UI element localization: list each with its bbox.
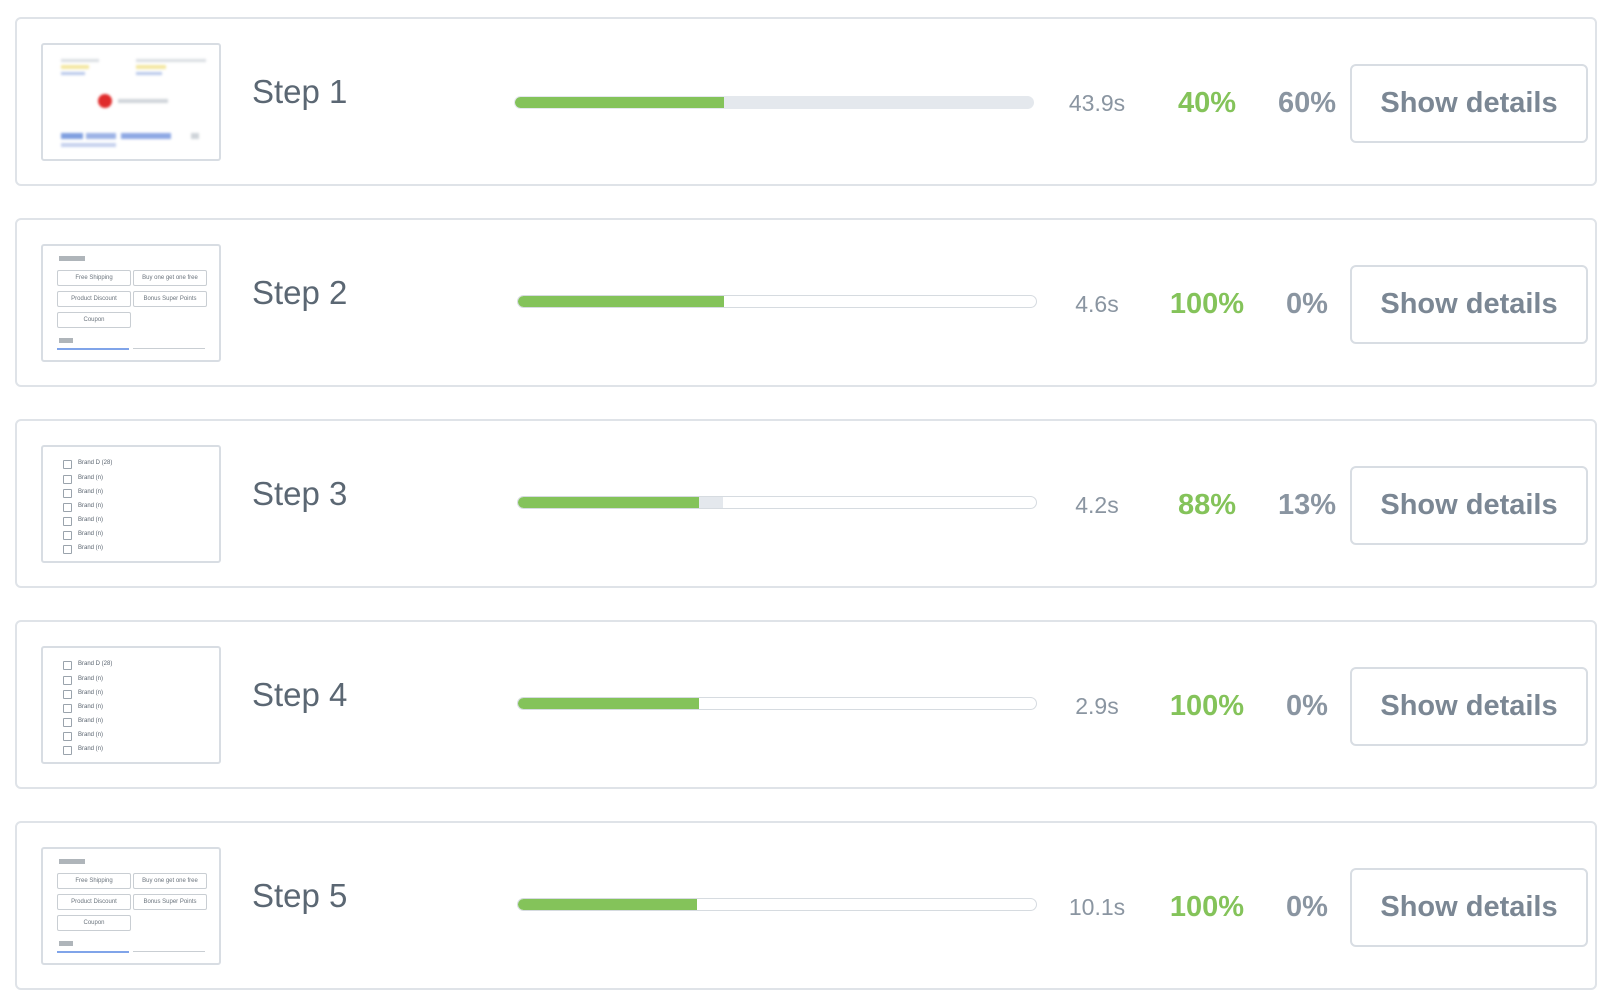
duration-label: 10.1s	[1068, 894, 1126, 920]
progress-fill	[518, 899, 697, 910]
progress-bar	[517, 496, 1037, 509]
thumb-checkbox-label: Brand D (28)	[78, 661, 113, 667]
success-percent: 100%	[1169, 288, 1245, 320]
show-details-button[interactable]: Show details	[1350, 868, 1588, 947]
thumb-checkbox-label: Brand (n)	[78, 746, 104, 752]
step-title: Step 3	[252, 475, 348, 512]
success-percent: 100%	[1169, 891, 1245, 923]
thumb-option: Product Discount	[57, 291, 131, 307]
progress-fill	[518, 497, 699, 508]
duration-label: 4.6s	[1075, 291, 1119, 317]
step-thumbnail: Free Shipping Buy one get one free Produ…	[41, 847, 221, 965]
checkbox-icon	[63, 517, 72, 526]
checkbox-icon	[63, 531, 72, 540]
duration-label: 4.2s	[1075, 492, 1119, 518]
progress-fill	[518, 698, 699, 709]
thumb-option: Product Discount	[57, 894, 131, 910]
progress-bar	[514, 96, 1034, 109]
duration-label: 2.9s	[1075, 693, 1119, 719]
thumb-option: Coupon	[57, 312, 131, 328]
failure-percent: 13%	[1277, 489, 1337, 521]
step-title: Step 1	[252, 73, 348, 110]
step-card: Free Shipping Buy one get one free Produ…	[15, 821, 1597, 990]
thumb-checkbox-label: Brand (n)	[78, 718, 104, 724]
checkbox-icon	[63, 690, 72, 699]
progress-remainder	[699, 497, 723, 508]
thumb-checkbox-label: Brand (n)	[78, 503, 104, 509]
step-thumbnail: Brand D (28) Brand (n) Brand (n) Brand (…	[41, 646, 221, 764]
checkbox-icon	[63, 489, 72, 498]
progress-bar	[517, 697, 1037, 710]
step-card: Brand D (28) Brand (n) Brand (n) Brand (…	[15, 419, 1597, 588]
thumb-option: Coupon	[57, 915, 131, 931]
thumb-checkbox-label: Brand (n)	[78, 676, 104, 682]
step-title: Step 5	[252, 877, 348, 914]
checkbox-icon	[63, 503, 72, 512]
failure-percent: 0%	[1286, 690, 1328, 722]
checkbox-icon	[63, 475, 72, 484]
success-percent: 88%	[1177, 489, 1237, 521]
progress-fill	[515, 97, 724, 108]
thumb-checkbox-label: Brand (n)	[78, 704, 104, 710]
show-details-button[interactable]: Show details	[1350, 466, 1588, 545]
show-details-button[interactable]: Show details	[1350, 64, 1588, 143]
thumb-option: Bonus Super Points	[133, 894, 207, 910]
show-details-button[interactable]: Show details	[1350, 667, 1588, 746]
show-details-button[interactable]: Show details	[1350, 265, 1588, 344]
step-thumbnail: Brand D (28) Brand (n) Brand (n) Brand (…	[41, 445, 221, 563]
thumb-checkbox-label: Brand (n)	[78, 545, 104, 551]
step-thumbnail	[41, 43, 221, 161]
step-card: Free Shipping Buy one get one free Produ…	[15, 218, 1597, 387]
thumb-option: Buy one get one free	[133, 270, 207, 286]
thumb-checkbox-label: Brand (n)	[78, 517, 104, 523]
checkbox-icon	[63, 545, 72, 554]
thumb-option: Free Shipping	[57, 270, 131, 286]
thumb-checkbox-label: Brand (n)	[78, 531, 104, 537]
thumb-checkbox-label: Brand (n)	[78, 690, 104, 696]
failure-percent: 0%	[1286, 288, 1328, 320]
progress-fill	[518, 296, 724, 307]
checkbox-icon	[63, 704, 72, 713]
thumb-checkbox-label: Brand (n)	[78, 489, 104, 495]
failure-percent: 0%	[1286, 891, 1328, 923]
checkbox-icon	[63, 676, 72, 685]
checkbox-icon	[63, 732, 72, 741]
progress-bar	[517, 898, 1037, 911]
thumb-option: Buy one get one free	[133, 873, 207, 889]
success-percent: 40%	[1177, 87, 1237, 119]
thumb-checkbox-label: Brand (n)	[78, 732, 104, 738]
progress-bar	[517, 295, 1037, 308]
step-thumbnail: Free Shipping Buy one get one free Produ…	[41, 244, 221, 362]
thumb-option: Bonus Super Points	[133, 291, 207, 307]
step-card: Step 1 43.9s 40% 60% Show details	[15, 17, 1597, 186]
thumb-checkbox-label: Brand D (28)	[78, 460, 113, 466]
thumb-checkbox-label: Brand (n)	[78, 475, 104, 481]
step-title: Step 2	[252, 274, 348, 311]
checkbox-icon	[63, 718, 72, 727]
step-title: Step 4	[252, 676, 348, 713]
checkbox-icon	[63, 460, 72, 469]
thumb-option: Free Shipping	[57, 873, 131, 889]
checkbox-icon	[63, 661, 72, 670]
checkbox-icon	[63, 746, 72, 755]
step-card: Brand D (28) Brand (n) Brand (n) Brand (…	[15, 620, 1597, 789]
failure-percent: 60%	[1277, 87, 1337, 119]
duration-label: 43.9s	[1068, 90, 1126, 116]
success-percent: 100%	[1169, 690, 1245, 722]
